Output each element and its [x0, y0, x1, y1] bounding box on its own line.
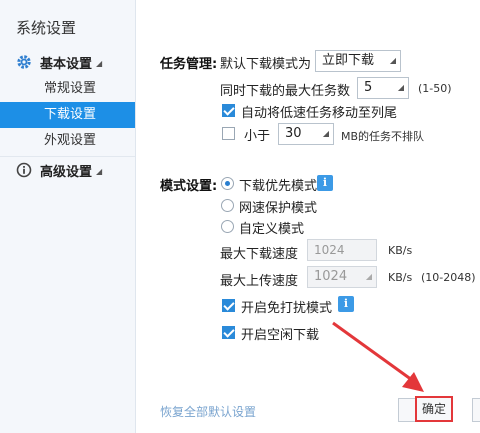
mode-radio-network-protect[interactable] [221, 199, 234, 212]
mode-radio-download-priority[interactable] [221, 177, 234, 190]
less-than-value: 30 [285, 126, 302, 141]
mode-option-label: 网速保护模式 [239, 201, 318, 216]
less-than-checkbox[interactable] [222, 127, 235, 140]
restore-defaults-link[interactable]: 恢复全部默认设置 [160, 403, 256, 420]
auto-move-checkbox[interactable] [222, 104, 235, 117]
sidebar-title: 系统设置 [16, 19, 77, 37]
max-tasks-value: 5 [364, 80, 373, 95]
expand-caret-icon: ◢ [96, 58, 103, 68]
default-mode-label: 默认下载模式为 [220, 57, 312, 72]
cancel-button-edge[interactable] [472, 398, 480, 422]
max-download-unit: KB/s [388, 244, 413, 257]
default-mode-select[interactable]: 立即下载 ◢ [315, 50, 401, 72]
info-circle-icon [16, 162, 32, 178]
sidebar-group-basic-label: 基本设置 [40, 56, 93, 72]
sidebar-item-appearance[interactable]: 外观设置 [0, 128, 135, 154]
mode-option-label: 自定义模式 [239, 222, 305, 237]
info-icon[interactable]: i [338, 296, 354, 312]
mode-radio-custom[interactable] [221, 220, 234, 233]
sidebar-group-advanced[interactable]: 高级设置 ◢ [16, 159, 102, 181]
mode-option-label: 下载优先模式 [239, 179, 318, 194]
sidebar-item-general[interactable]: 常规设置 [0, 76, 135, 102]
default-mode-value: 立即下载 [322, 53, 375, 68]
dropdown-arrow-icon: ◢ [322, 129, 329, 138]
annotation-arrow-head [402, 372, 424, 392]
idle-download-checkbox[interactable] [222, 326, 235, 339]
dnd-label: 开启免打扰模式 [241, 301, 333, 316]
max-download-input[interactable]: 1024 [307, 239, 377, 261]
max-upload-unit: KB/s [388, 271, 413, 284]
idle-download-label: 开启空闲下载 [241, 328, 320, 343]
mode-section-label: 模式设置: [160, 179, 218, 194]
max-upload-select[interactable]: 1024 ◢ [307, 266, 377, 288]
max-tasks-select[interactable]: 5 ◢ [357, 77, 409, 99]
less-than-suffix: MB的任务不排队 [341, 130, 425, 143]
max-tasks-range: (1-50) [418, 82, 452, 95]
gear-icon [17, 55, 31, 69]
dropdown-arrow-icon: ◢ [365, 272, 372, 281]
dropdown-arrow-icon: ◢ [389, 56, 396, 65]
sidebar-divider [0, 156, 135, 157]
dnd-checkbox[interactable] [222, 299, 235, 312]
max-download-label: 最大下载速度 [220, 247, 299, 262]
max-upload-range: (10-2048) [421, 271, 476, 284]
max-upload-label: 最大上传速度 [220, 274, 299, 289]
info-icon[interactable]: i [317, 175, 333, 191]
task-section-label: 任务管理: [160, 57, 218, 72]
ok-button[interactable]: 确定 [415, 396, 453, 422]
sidebar-item-download[interactable]: 下载设置 [0, 102, 135, 128]
dropdown-arrow-icon: ◢ [397, 83, 404, 92]
sidebar: 系统设置 基本设置 ◢ 常规设置 下载设置 外观设置 高级设置 ◢ [0, 0, 136, 433]
annotation-arrow-shaft [332, 321, 413, 382]
auto-move-label: 自动将低速任务移动至列尾 [241, 106, 398, 121]
max-tasks-label: 同时下载的最大任务数 [220, 84, 351, 99]
collapse-caret-icon: ◢ [96, 166, 103, 176]
less-than-label: 小于 [244, 129, 271, 144]
max-upload-value: 1024 [314, 269, 348, 284]
sidebar-group-advanced-label: 高级设置 [40, 164, 93, 180]
less-than-select[interactable]: 30 ◢ [278, 123, 334, 145]
sidebar-group-basic[interactable]: 基本设置 ◢ [16, 51, 102, 73]
